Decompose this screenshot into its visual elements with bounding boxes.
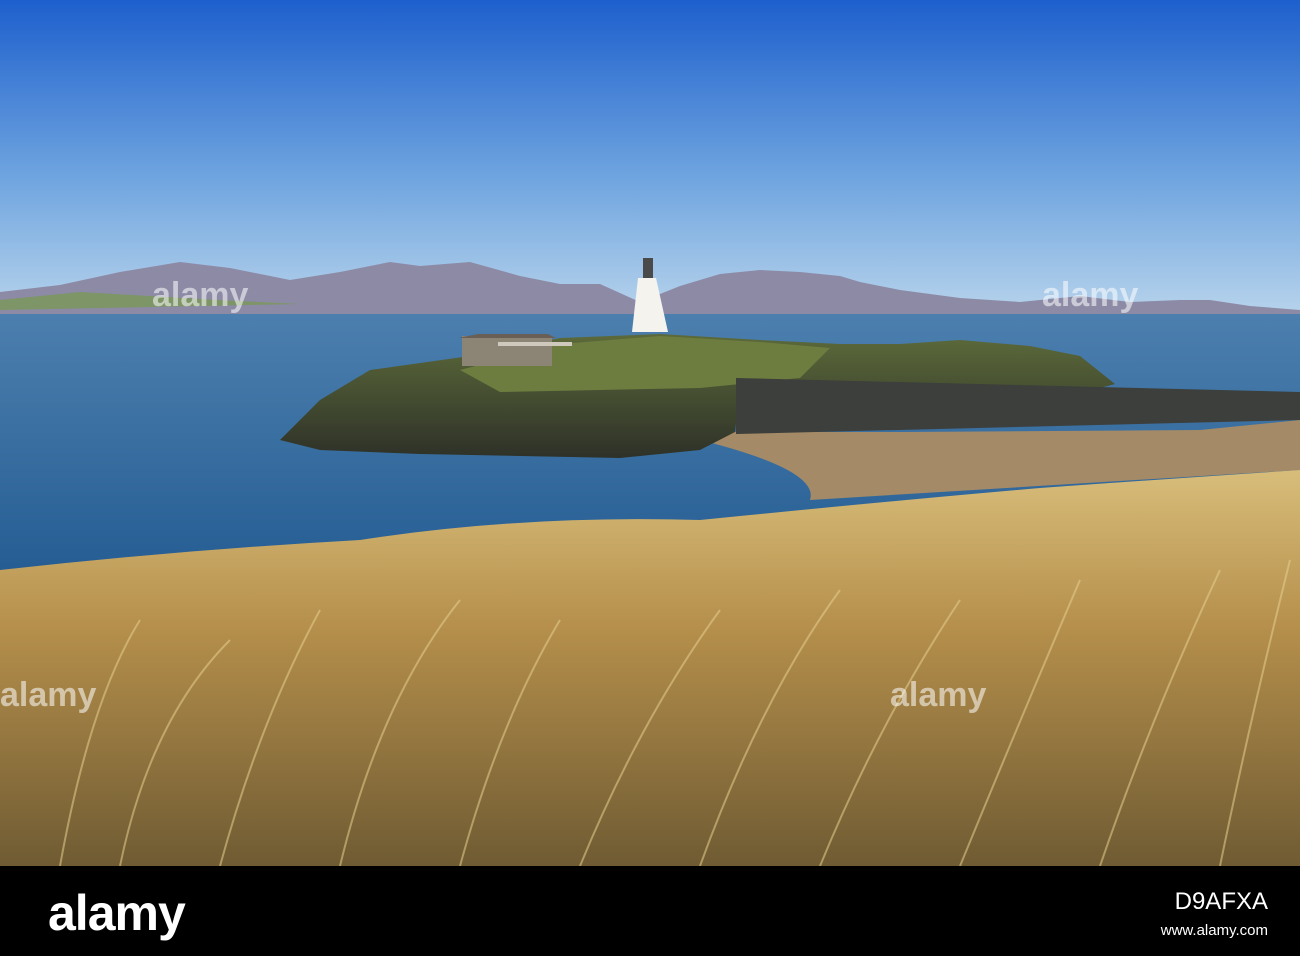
watermark-right: alamy [1042,276,1138,314]
site-url: www.alamy.com [1160,922,1268,939]
image-id: D9AFXA [1174,888,1268,915]
building-fence [498,342,572,346]
lighthouse-lamp [643,258,653,278]
stone-building [462,336,552,366]
watermark-center-left: alamy [152,276,248,314]
landscape-photo: alamy alamy alamy alamy [0,0,1300,866]
alamy-logo: alamy [48,885,186,941]
footer-bar: alamy D9AFXA www.alamy.com [0,866,1300,956]
watermark-left-lower: alamy [0,676,96,714]
watermark-right-lower: alamy [890,676,986,714]
